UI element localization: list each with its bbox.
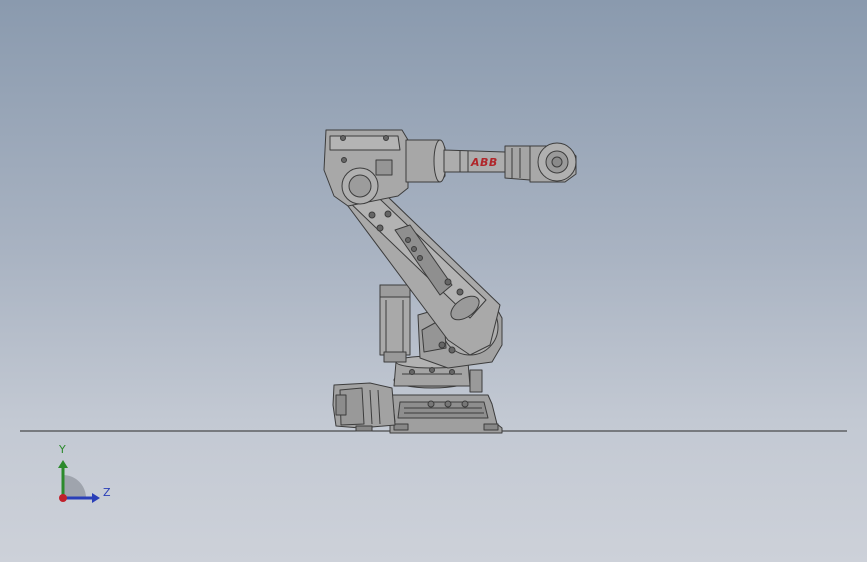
triad-xz-plane-icon (63, 475, 86, 498)
y-axis-arrowhead-icon (58, 460, 68, 468)
robot-base (389, 394, 503, 434)
triad-origin-icon (59, 494, 67, 502)
z-axis-arrowhead-icon (92, 493, 100, 503)
wrist (529, 142, 577, 183)
industrial-robot[interactable] (323, 129, 577, 434)
elbow-housing (323, 129, 409, 207)
y-axis-label: Y (59, 443, 66, 456)
coordinate-triad: Y Z (48, 440, 118, 510)
axis2-motor (379, 284, 411, 363)
abb-logo: ABB (470, 156, 498, 169)
robot-model-scene[interactable]: ABB (0, 0, 867, 562)
3d-viewport[interactable]: ABB Y Z (0, 0, 867, 562)
z-axis-label: Z (103, 486, 111, 499)
base-motor-housing (332, 382, 396, 432)
